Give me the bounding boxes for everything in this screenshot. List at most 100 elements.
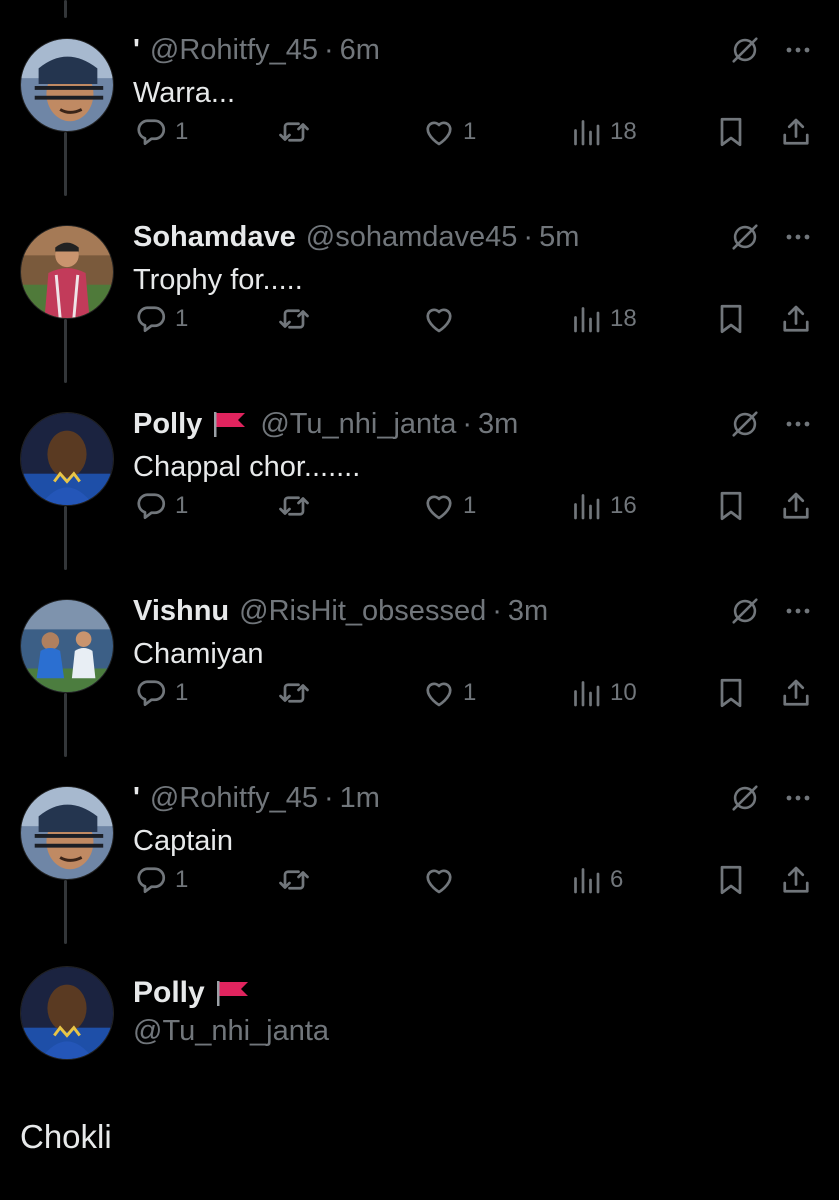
reply-button[interactable]: 1 xyxy=(133,110,188,154)
heart-icon xyxy=(426,869,452,894)
tweet-actions: 16 xyxy=(0,858,839,902)
like-count: 1 xyxy=(463,118,477,145)
more-button[interactable] xyxy=(781,784,815,812)
reply-count: 1 xyxy=(175,679,189,706)
share-button[interactable] xyxy=(778,484,814,528)
like-button[interactable] xyxy=(421,297,463,341)
reply-tweet[interactable]: Vishnu @RisHit_obsessed · 3m Chamiyan 1 1 10 xyxy=(0,569,839,756)
views-button[interactable]: 10 xyxy=(568,671,637,715)
reply-button[interactable]: 1 xyxy=(133,671,188,715)
display-name[interactable]: Polly xyxy=(133,405,202,443)
reply-button[interactable]: 1 xyxy=(133,858,188,902)
like-button[interactable]: 1 xyxy=(421,484,476,528)
retweet-icon xyxy=(279,683,309,703)
timestamp[interactable]: 3m xyxy=(478,405,518,443)
grok-button[interactable] xyxy=(728,594,762,628)
user-handle[interactable]: @RisHit_obsessed xyxy=(239,592,486,630)
share-button[interactable] xyxy=(778,110,814,154)
like-button[interactable] xyxy=(421,858,463,902)
views-button[interactable]: 18 xyxy=(568,110,637,154)
retweet-button[interactable] xyxy=(276,484,318,528)
views-icon xyxy=(574,494,600,520)
more-button[interactable] xyxy=(781,223,815,251)
main-tweet-text: Chokli xyxy=(20,1118,112,1155)
views-icon xyxy=(574,868,600,894)
user-handle[interactable]: @Tu_nhi_janta xyxy=(260,405,456,443)
reply-button[interactable]: 1 xyxy=(133,297,188,341)
reply-icon xyxy=(137,680,166,707)
reply-icon xyxy=(137,119,166,146)
retweet-button[interactable] xyxy=(276,297,318,341)
bookmark-button[interactable] xyxy=(713,858,749,902)
reply-tweet[interactable]: ' @Rohitfy_45 · 6m Warra... 1 1 18 xyxy=(0,8,839,195)
bookmark-button[interactable] xyxy=(713,484,749,528)
timestamp[interactable]: 3m xyxy=(508,592,548,630)
views-button[interactable]: 6 xyxy=(568,858,623,902)
retweet-button[interactable] xyxy=(276,858,318,902)
tweet-text: Warra... xyxy=(133,77,236,109)
grok-button[interactable] xyxy=(728,33,762,67)
tweet-header: Sohamdave @sohamdave45 · 5m xyxy=(133,218,579,256)
share-button[interactable] xyxy=(778,858,814,902)
display-name[interactable]: Vishnu xyxy=(133,592,229,630)
share-button[interactable] xyxy=(778,297,814,341)
views-icon xyxy=(574,120,600,146)
grok-icon xyxy=(732,411,758,437)
more-icon xyxy=(786,234,810,240)
main-tweet-avatar[interactable] xyxy=(20,966,114,1060)
reply-count: 1 xyxy=(175,118,189,145)
user-handle[interactable]: @sohamdave45 xyxy=(306,218,518,256)
timestamp[interactable]: 6m xyxy=(340,31,380,69)
more-button[interactable] xyxy=(781,410,815,438)
views-button[interactable]: 16 xyxy=(568,484,637,528)
display-name[interactable]: ' xyxy=(133,779,140,817)
main-tweet-name[interactable]: Polly xyxy=(133,974,263,1012)
reply-tweet[interactable]: Sohamdave @sohamdave45 · 5m Trophy for..... 1… xyxy=(0,195,839,382)
more-button[interactable] xyxy=(781,597,815,625)
reply-count: 1 xyxy=(175,305,189,332)
tweet-header: Vishnu @RisHit_obsessed · 3m xyxy=(133,592,548,630)
share-button[interactable] xyxy=(778,671,814,715)
like-button[interactable]: 1 xyxy=(421,671,476,715)
reply-tweet[interactable]: ' @Rohitfy_45 · 1m Captain 1 6 xyxy=(0,756,839,943)
tweet-text: Chappal chor....... xyxy=(133,451,361,483)
more-button[interactable] xyxy=(781,36,815,64)
heart-icon xyxy=(426,121,452,146)
bookmark-button[interactable] xyxy=(713,297,749,341)
reply-tweet[interactable]: Polly @Tu_nhi_janta · 3m Chappal chor.......… xyxy=(0,382,839,569)
display-name[interactable]: Sohamdave xyxy=(133,218,296,256)
red-flag-icon xyxy=(214,412,246,437)
more-icon xyxy=(786,47,810,53)
display-name[interactable]: ' xyxy=(133,31,140,69)
share-icon xyxy=(783,118,809,145)
tweet-header: ' @Rohitfy_45 · 6m xyxy=(133,31,380,69)
bookmark-icon xyxy=(720,491,742,521)
grok-button[interactable] xyxy=(728,781,762,815)
bookmark-button[interactable] xyxy=(713,671,749,715)
like-count: 1 xyxy=(463,492,477,519)
timestamp[interactable]: 5m xyxy=(539,218,579,256)
retweet-button[interactable] xyxy=(276,110,318,154)
grok-button[interactable] xyxy=(728,407,762,441)
reply-button[interactable]: 1 xyxy=(133,484,188,528)
bookmark-icon xyxy=(720,117,742,147)
retweet-button[interactable] xyxy=(276,671,318,715)
bookmark-icon xyxy=(720,304,742,334)
views-button[interactable]: 18 xyxy=(568,297,637,341)
views-icon xyxy=(574,307,600,333)
main-tweet[interactable]: Polly @Tu_nhi_janta Chokli xyxy=(0,936,839,1200)
grok-button[interactable] xyxy=(728,220,762,254)
separator-dot: · xyxy=(492,595,502,627)
user-handle[interactable]: @Rohitfy_45 xyxy=(150,779,318,817)
user-handle[interactable]: @Rohitfy_45 xyxy=(150,31,318,69)
heart-icon xyxy=(426,495,452,520)
retweet-icon xyxy=(279,309,309,329)
main-tweet-handle[interactable]: @Tu_nhi_janta xyxy=(133,1012,329,1050)
tweet-header: Polly @Tu_nhi_janta · 3m xyxy=(133,405,518,443)
reply-thread: ' @Rohitfy_45 · 6m Warra... 1 1 18 Sohamdave @soh… xyxy=(0,0,839,1200)
bookmark-button[interactable] xyxy=(713,110,749,154)
views-count: 16 xyxy=(610,492,637,519)
heart-icon xyxy=(426,682,452,707)
like-button[interactable]: 1 xyxy=(421,110,476,154)
timestamp[interactable]: 1m xyxy=(340,779,380,817)
